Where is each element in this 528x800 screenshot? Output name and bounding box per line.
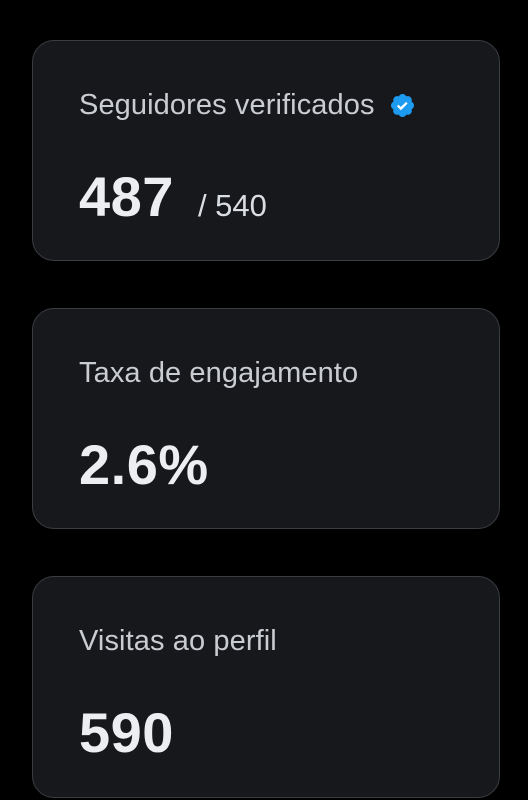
value-row: 487 / 540	[79, 169, 267, 225]
card-title: Visitas ao perfil	[79, 625, 277, 658]
value-row: 590	[79, 705, 174, 761]
verified-followers-value: 487	[79, 165, 174, 228]
metrics-stack: Seguidores verificados 487 / 540 Taxa de…	[0, 0, 528, 800]
value-row: 2.6%	[79, 437, 209, 493]
card-title-label: Visitas ao perfil	[79, 625, 277, 657]
verified-followers-total: / 540	[197, 188, 267, 223]
profile-visits-value: 590	[79, 701, 174, 764]
engagement-rate-value: 2.6%	[79, 433, 209, 496]
card-title: Taxa de engajamento	[79, 357, 358, 390]
engagement-rate-card: Taxa de engajamento 2.6%	[32, 308, 500, 529]
card-title: Seguidores verificados	[79, 89, 416, 122]
card-title-label: Taxa de engajamento	[79, 357, 359, 389]
verified-badge-icon	[390, 93, 414, 118]
profile-visits-card: Visitas ao perfil 590	[32, 576, 500, 798]
verified-followers-card: Seguidores verificados 487 / 540	[32, 40, 500, 261]
card-title-label: Seguidores verificados	[79, 89, 375, 121]
